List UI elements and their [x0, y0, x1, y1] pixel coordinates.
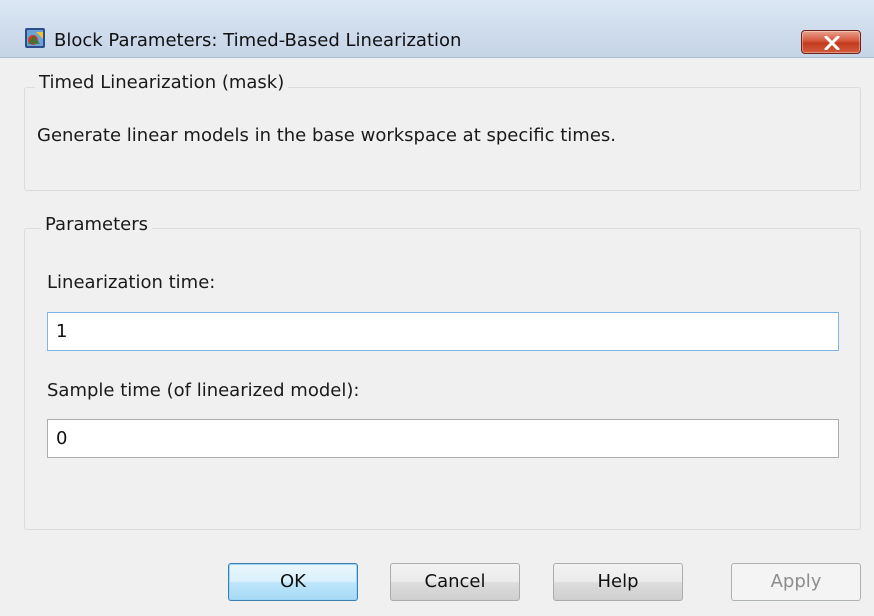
- help-button[interactable]: Help: [553, 563, 683, 601]
- close-icon: [824, 36, 840, 50]
- linearization-time-label: Linearization time:: [47, 272, 216, 293]
- parameters-group-legend: Parameters: [41, 214, 153, 235]
- title-bar[interactable]: Block Parameters: Timed-Based Linearizat…: [0, 0, 874, 58]
- close-button[interactable]: [801, 30, 861, 54]
- ok-button[interactable]: OK: [228, 563, 358, 601]
- block-parameters-dialog: Block Parameters: Timed-Based Linearizat…: [0, 0, 874, 616]
- apply-button[interactable]: Apply: [731, 563, 861, 601]
- linearization-time-input[interactable]: [47, 312, 839, 351]
- window-title: Block Parameters: Timed-Based Linearizat…: [54, 30, 462, 51]
- simulink-block-icon: [24, 27, 46, 49]
- cancel-button[interactable]: Cancel: [390, 563, 520, 601]
- mask-description: Generate linear models in the base works…: [37, 125, 616, 146]
- sample-time-label: Sample time (of linearized model):: [47, 380, 360, 401]
- sample-time-input[interactable]: [47, 419, 839, 458]
- mask-group-legend: Timed Linearization (mask): [35, 72, 289, 93]
